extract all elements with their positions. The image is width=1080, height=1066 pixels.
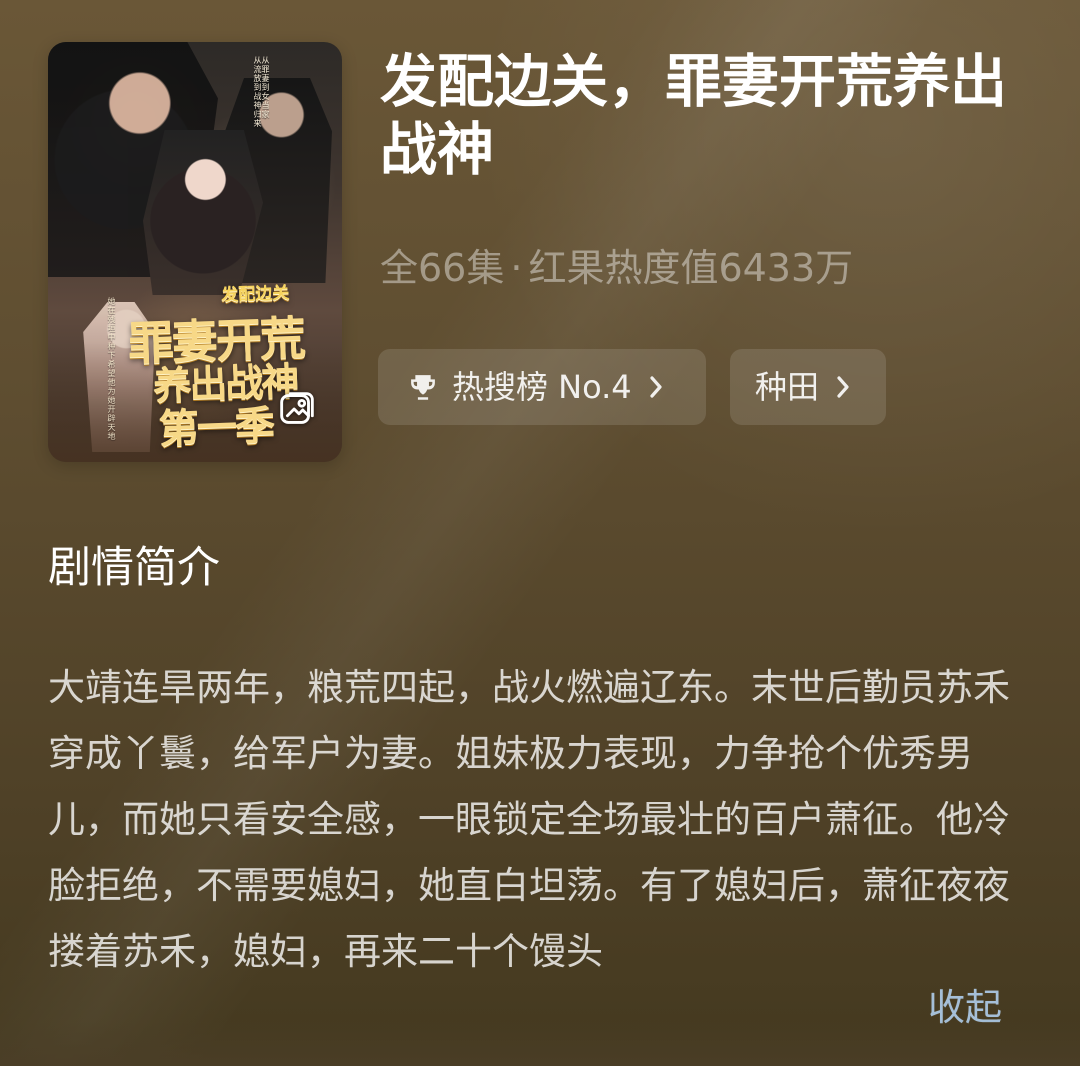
cover-top-text-line: 从流放到战神归来 xyxy=(253,56,262,128)
bottom-fade xyxy=(0,1020,1080,1066)
episode-count: 全66集 xyxy=(380,246,505,290)
chevron-right-icon xyxy=(650,376,662,398)
meta-separator: · xyxy=(510,246,523,290)
heat-value: 红果热度值6433万 xyxy=(528,246,854,290)
genre-tag-label: 种田 xyxy=(755,368,820,406)
genre-tag-button[interactable]: 种田 xyxy=(730,349,886,425)
cover-side-text: 她在残垣中种下希望他为她开辟天地 xyxy=(107,297,116,441)
synopsis-heading: 剧情简介 xyxy=(48,543,220,593)
cover-top-text-line: 从罪妻到女当家 xyxy=(261,56,270,119)
cover-character-center xyxy=(143,130,263,295)
drama-cover[interactable]: 从罪妻到女当家 从流放到战神归来 她在残垣中种下希望他为她开辟天地 发配边关 罪… xyxy=(48,42,342,462)
hot-search-rank-button[interactable]: 热搜榜 No.4 xyxy=(378,349,706,425)
show-meta: 全66集 · 红果热度值6433万 xyxy=(380,246,854,290)
gallery-icon[interactable] xyxy=(274,386,320,432)
synopsis-text: 大靖连旱两年，粮荒四起，战火燃遍辽东。末世后勤员苏禾穿成丫鬟，给军户为妻。姐妹极… xyxy=(48,666,1010,973)
trophy-icon xyxy=(411,375,435,400)
hot-search-rank-label: 热搜榜 No.4 xyxy=(452,368,632,406)
show-title: 发配边关，罪妻开荒养出战神 xyxy=(380,49,1007,184)
collapse-button[interactable]: 收起 xyxy=(928,986,1002,1030)
cover-logo-line3: 第一季 xyxy=(158,401,274,453)
cover-top-text: 从罪妻到女当家 从流放到战神归来 xyxy=(253,56,270,156)
chevron-right-icon xyxy=(837,376,849,398)
cover-logo-small: 发配边关 xyxy=(220,283,290,306)
